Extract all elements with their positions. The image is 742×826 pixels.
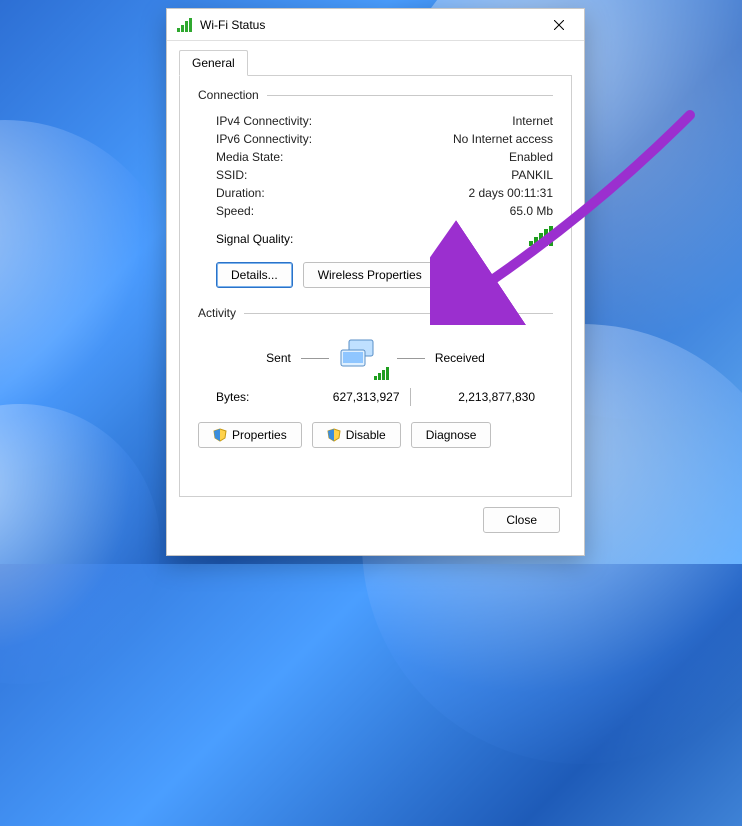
close-icon — [554, 20, 564, 30]
tabstrip: General — [179, 50, 572, 76]
duration-value: 2 days 00:11:31 — [468, 186, 553, 200]
row-speed: Speed: 65.0 Mb — [198, 202, 553, 220]
ssid-label: SSID: — [216, 168, 247, 182]
bytes-sent-value: 627,313,927 — [286, 390, 400, 404]
row-media-state: Media State: Enabled — [198, 148, 553, 166]
close-window-button[interactable] — [538, 10, 580, 40]
ipv4-value: Internet — [512, 114, 553, 128]
diagnose-button-label: Diagnose — [426, 428, 477, 442]
disable-button-label: Disable — [346, 428, 386, 442]
row-ipv6: IPv6 Connectivity: No Internet access — [198, 130, 553, 148]
details-button[interactable]: Details... — [216, 262, 293, 288]
ipv6-label: IPv6 Connectivity: — [216, 132, 312, 146]
row-duration: Duration: 2 days 00:11:31 — [198, 184, 553, 202]
sent-received-row: Sent Received — [216, 338, 535, 378]
signal-bars-icon — [529, 226, 553, 246]
group-connection-label: Connection — [198, 88, 259, 102]
group-connection-header: Connection — [198, 88, 553, 102]
wifi-status-dialog: Wi-Fi Status General Connection IPv4 Con… — [166, 8, 585, 556]
group-activity-header: Activity — [198, 306, 553, 320]
wireless-properties-button-label: Wireless Properties — [318, 268, 422, 282]
details-button-label: Details... — [231, 268, 278, 282]
ssid-value: PANKIL — [511, 168, 553, 182]
speed-label: Speed: — [216, 204, 254, 218]
shield-icon — [213, 428, 227, 442]
media-value: Enabled — [509, 150, 553, 164]
titlebar: Wi-Fi Status — [167, 9, 584, 41]
bytes-label: Bytes: — [216, 390, 286, 404]
close-button[interactable]: Close — [483, 507, 560, 533]
duration-label: Duration: — [216, 186, 265, 200]
dialog-footer: Close — [179, 497, 572, 543]
disable-button[interactable]: Disable — [312, 422, 401, 448]
group-activity-label: Activity — [198, 306, 236, 320]
dialog-content: General Connection IPv4 Connectivity: In… — [167, 41, 584, 555]
ipv4-label: IPv4 Connectivity: — [216, 114, 312, 128]
close-button-label: Close — [506, 513, 537, 527]
sent-label: Sent — [266, 351, 291, 365]
row-ipv4: IPv4 Connectivity: Internet — [198, 112, 553, 130]
tab-general[interactable]: General — [179, 50, 248, 76]
signal-label: Signal Quality: — [216, 232, 293, 246]
media-label: Media State: — [216, 150, 283, 164]
diagnose-button[interactable]: Diagnose — [411, 422, 492, 448]
tab-panel-general: Connection IPv4 Connectivity: Internet I… — [179, 75, 572, 497]
ipv6-value: No Internet access — [453, 132, 553, 146]
wifi-signal-icon — [177, 18, 192, 32]
properties-button[interactable]: Properties — [198, 422, 302, 448]
speed-value: 65.0 Mb — [510, 204, 553, 218]
shield-icon — [327, 428, 341, 442]
wireless-properties-button[interactable]: Wireless Properties — [303, 262, 437, 288]
received-label: Received — [435, 351, 485, 365]
bytes-received-value: 2,213,877,830 — [422, 390, 536, 404]
window-title: Wi-Fi Status — [200, 18, 538, 32]
row-ssid: SSID: PANKIL — [198, 166, 553, 184]
properties-button-label: Properties — [232, 428, 287, 442]
row-signal-quality: Signal Quality: — [198, 220, 553, 252]
network-monitors-icon — [339, 338, 387, 378]
bytes-row: Bytes: 627,313,927 2,213,877,830 — [216, 388, 535, 406]
